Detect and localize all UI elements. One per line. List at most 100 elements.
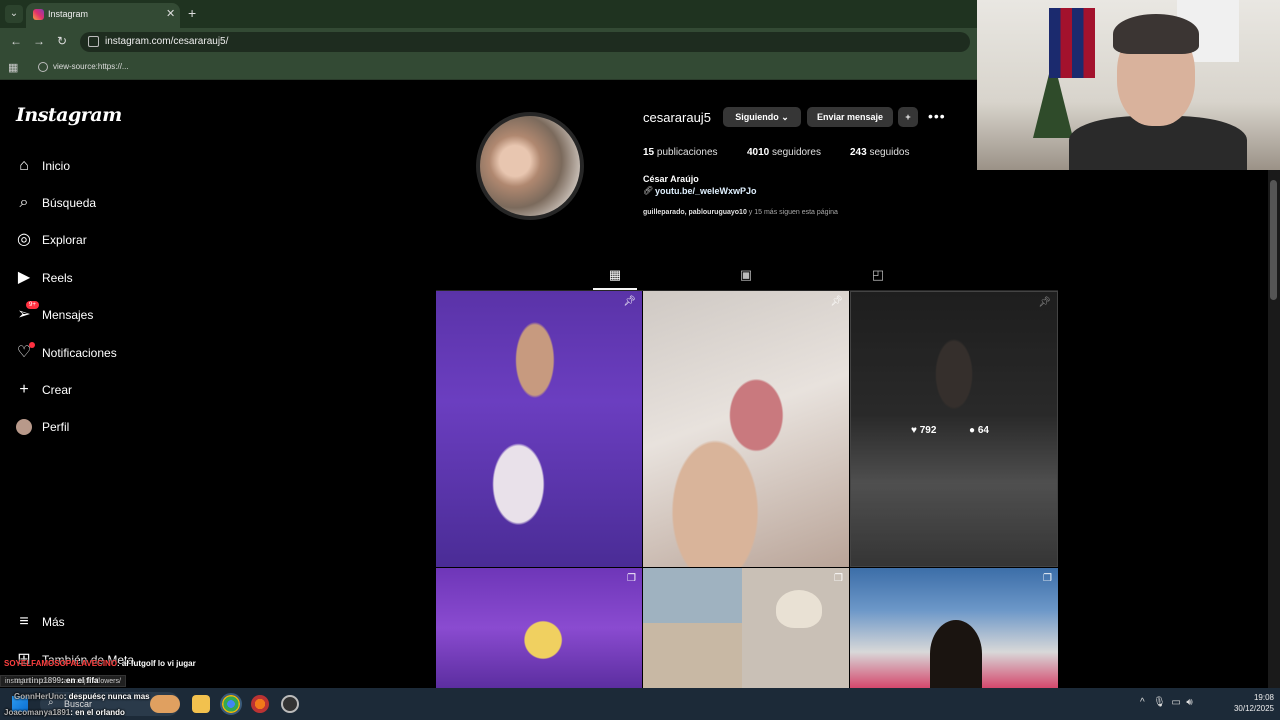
chat-message: SOYELFAMOSOPALAVECINO: al futgolf lo vi … xyxy=(4,659,196,668)
chrome-icon[interactable] xyxy=(220,693,242,715)
sidebar-item-perfil[interactable]: Perfil xyxy=(14,415,214,441)
chat-username: SOYELFAMOSOPALAVECINO xyxy=(4,659,118,668)
followed-by-names: guilleparado, pablouruguayo10 xyxy=(643,209,747,216)
apps-grid-icon[interactable]: ▦ xyxy=(8,61,18,74)
profile-avatar[interactable] xyxy=(480,116,580,216)
hover-overlay xyxy=(851,292,1057,566)
post-thumbnail[interactable]: 📌︎ xyxy=(643,291,849,567)
chat-text: : en el orlando xyxy=(70,708,125,717)
followed-by-text[interactable]: guilleparado, pablouruguayo10 y 15 más s… xyxy=(643,209,838,216)
chat-text: : en el fifa xyxy=(61,676,99,685)
tab-close-icon[interactable]: ✕ xyxy=(166,7,175,20)
sidebar-item-label: Reels xyxy=(42,271,73,285)
globe-icon xyxy=(38,62,48,72)
chat-text: : despuésç nunca mas xyxy=(63,692,150,701)
sidebar-item-explorar[interactable]: ◎ Explorar xyxy=(14,228,214,254)
profile-username: cesararauj5 xyxy=(643,110,711,125)
windows-taskbar: ⌕ Buscar ^ 🎙︎ ▭ 🔊︎ 19:08 30/12/2025 xyxy=(0,688,1280,720)
app-icon[interactable] xyxy=(251,695,269,713)
compass-icon: ◎ xyxy=(17,231,31,248)
sidebar-item-mas[interactable]: ≡ Más xyxy=(14,610,214,636)
home-icon: ⌂ xyxy=(19,157,29,174)
tab-search-dropdown[interactable]: ⌄ xyxy=(5,5,23,23)
sidebar-item-label: Perfil xyxy=(42,420,70,434)
sidebar-item-label: Notificaciones xyxy=(42,346,117,360)
sidebar-item-mensajes[interactable]: ➢ 9+ Mensajes xyxy=(14,301,214,329)
volume-icon[interactable]: 🔊︎ xyxy=(1186,697,1192,708)
beach-sky xyxy=(643,568,742,623)
tagged-icon[interactable]: ◰ xyxy=(869,267,887,283)
post-thumbnail[interactable]: ❐ xyxy=(643,568,849,688)
posts-label: publicaciones xyxy=(656,147,718,158)
new-tab-button[interactable]: + xyxy=(188,5,196,21)
forward-icon[interactable]: → xyxy=(33,34,45,48)
sidebar-item-notificaciones[interactable]: ♡ Notificaciones xyxy=(14,341,214,367)
jersey-on-wall xyxy=(1049,8,1095,78)
address-bar[interactable]: instagram.com/cesararauj5/ xyxy=(80,32,970,52)
chat-username: GonnHerUno xyxy=(14,692,64,701)
scrollbar-thumb[interactable] xyxy=(1270,180,1277,300)
more-options-icon[interactable]: ••• xyxy=(928,108,946,124)
sidebar-item-crear[interactable]: + Crear xyxy=(14,378,214,404)
instagram-logo[interactable]: Instagram xyxy=(16,104,122,126)
instagram-favicon-icon xyxy=(33,9,44,20)
send-message-label: Enviar mensaje xyxy=(816,112,884,122)
address-toolbar: ← → ↻ instagram.com/cesararauj5/ xyxy=(0,28,977,56)
taskbar-widget-icon[interactable] xyxy=(150,695,180,713)
bookmark-view-source[interactable]: view-source:https://... xyxy=(53,62,129,71)
profile-link[interactable]: youtu.be/_weleWxwPJo xyxy=(655,186,757,196)
obs-icon[interactable] xyxy=(281,695,299,713)
search-icon: ⌕ xyxy=(19,194,29,211)
chat-text: : al futgolf lo vi jugar xyxy=(117,659,196,668)
followers-stat[interactable]: 4010 seguidores xyxy=(747,147,821,158)
baby-hat xyxy=(776,590,822,628)
page-scrollbar[interactable] xyxy=(1268,170,1280,688)
reload-icon[interactable]: ↻ xyxy=(57,34,67,48)
reels-icon[interactable]: ▣ xyxy=(737,267,755,283)
sidebar-item-label: Más xyxy=(42,615,65,629)
clock-date: 30/12/2025 xyxy=(1233,704,1274,713)
active-tab-indicator xyxy=(593,288,637,290)
system-tray[interactable]: ^ 🎙︎ ▭ 🔊︎ xyxy=(1140,697,1193,708)
sidebar-item-inicio[interactable]: ⌂ Inicio xyxy=(14,154,214,180)
webcam-overlay xyxy=(977,0,1280,170)
post-thumbnail-hovered[interactable]: 📌︎ ♥ 792 ● 64 xyxy=(850,291,1058,567)
back-icon[interactable]: ← xyxy=(10,34,22,48)
carousel-icon: ❐ xyxy=(1043,573,1052,584)
network-icon[interactable]: ▭ xyxy=(1171,697,1180,708)
followed-by-rest: y 15 más siguen esta página xyxy=(746,209,838,216)
address-bar-url[interactable]: instagram.com/cesararauj5/ xyxy=(105,36,228,47)
browser-tab-instagram[interactable]: Instagram ✕ xyxy=(26,3,180,28)
microphone-icon[interactable]: 🎙︎ xyxy=(1153,697,1166,708)
post-thumbnail[interactable]: ❐ xyxy=(436,568,642,688)
chat-message: Joacomanya1891: en el orlando xyxy=(4,708,125,717)
grid-icon[interactable]: ▦ xyxy=(606,267,624,283)
clock-time: 19:08 xyxy=(1253,693,1274,702)
carousel-icon: ❐ xyxy=(627,573,636,584)
reels-icon: ▶ xyxy=(17,269,31,286)
file-explorer-icon[interactable] xyxy=(192,695,210,713)
add-person-icon: + xyxy=(905,112,911,122)
notification-dot xyxy=(29,342,35,348)
link-icon: 🔗︎ xyxy=(643,186,654,195)
post-thumbnail[interactable]: 📌︎ xyxy=(436,291,642,567)
sidebar-item-busqueda[interactable]: ⌕ Búsqueda xyxy=(14,191,214,217)
streamer-hair xyxy=(1113,14,1199,54)
heart-icon: ♥ xyxy=(911,425,920,436)
chat-username: martinp1899 xyxy=(14,676,62,685)
suggest-user-button[interactable]: + xyxy=(898,107,918,127)
sidebar-item-reels[interactable]: ▶ Reels xyxy=(14,266,214,292)
site-info-icon[interactable] xyxy=(88,36,99,47)
taskbar-clock[interactable]: 19:08 30/12/2025 xyxy=(1222,692,1274,714)
chat-username: Joacomanya1891 xyxy=(4,708,71,717)
send-message-button[interactable]: Enviar mensaje xyxy=(807,107,893,127)
sidebar-item-label: Crear xyxy=(42,383,73,397)
plus-icon: + xyxy=(19,381,29,398)
following-stat[interactable]: 243 seguidos xyxy=(850,147,910,158)
following-button[interactable]: Siguiendo ⌄ xyxy=(723,107,801,127)
chevron-up-icon[interactable]: ^ xyxy=(1140,697,1145,708)
chevron-down-icon: ⌄ xyxy=(781,112,789,122)
pin-icon: 📌︎ xyxy=(1038,297,1051,308)
post-thumbnail[interactable]: ❐ xyxy=(850,568,1058,688)
browser-tab-bar: ⌄ Instagram ✕ + xyxy=(0,0,977,28)
